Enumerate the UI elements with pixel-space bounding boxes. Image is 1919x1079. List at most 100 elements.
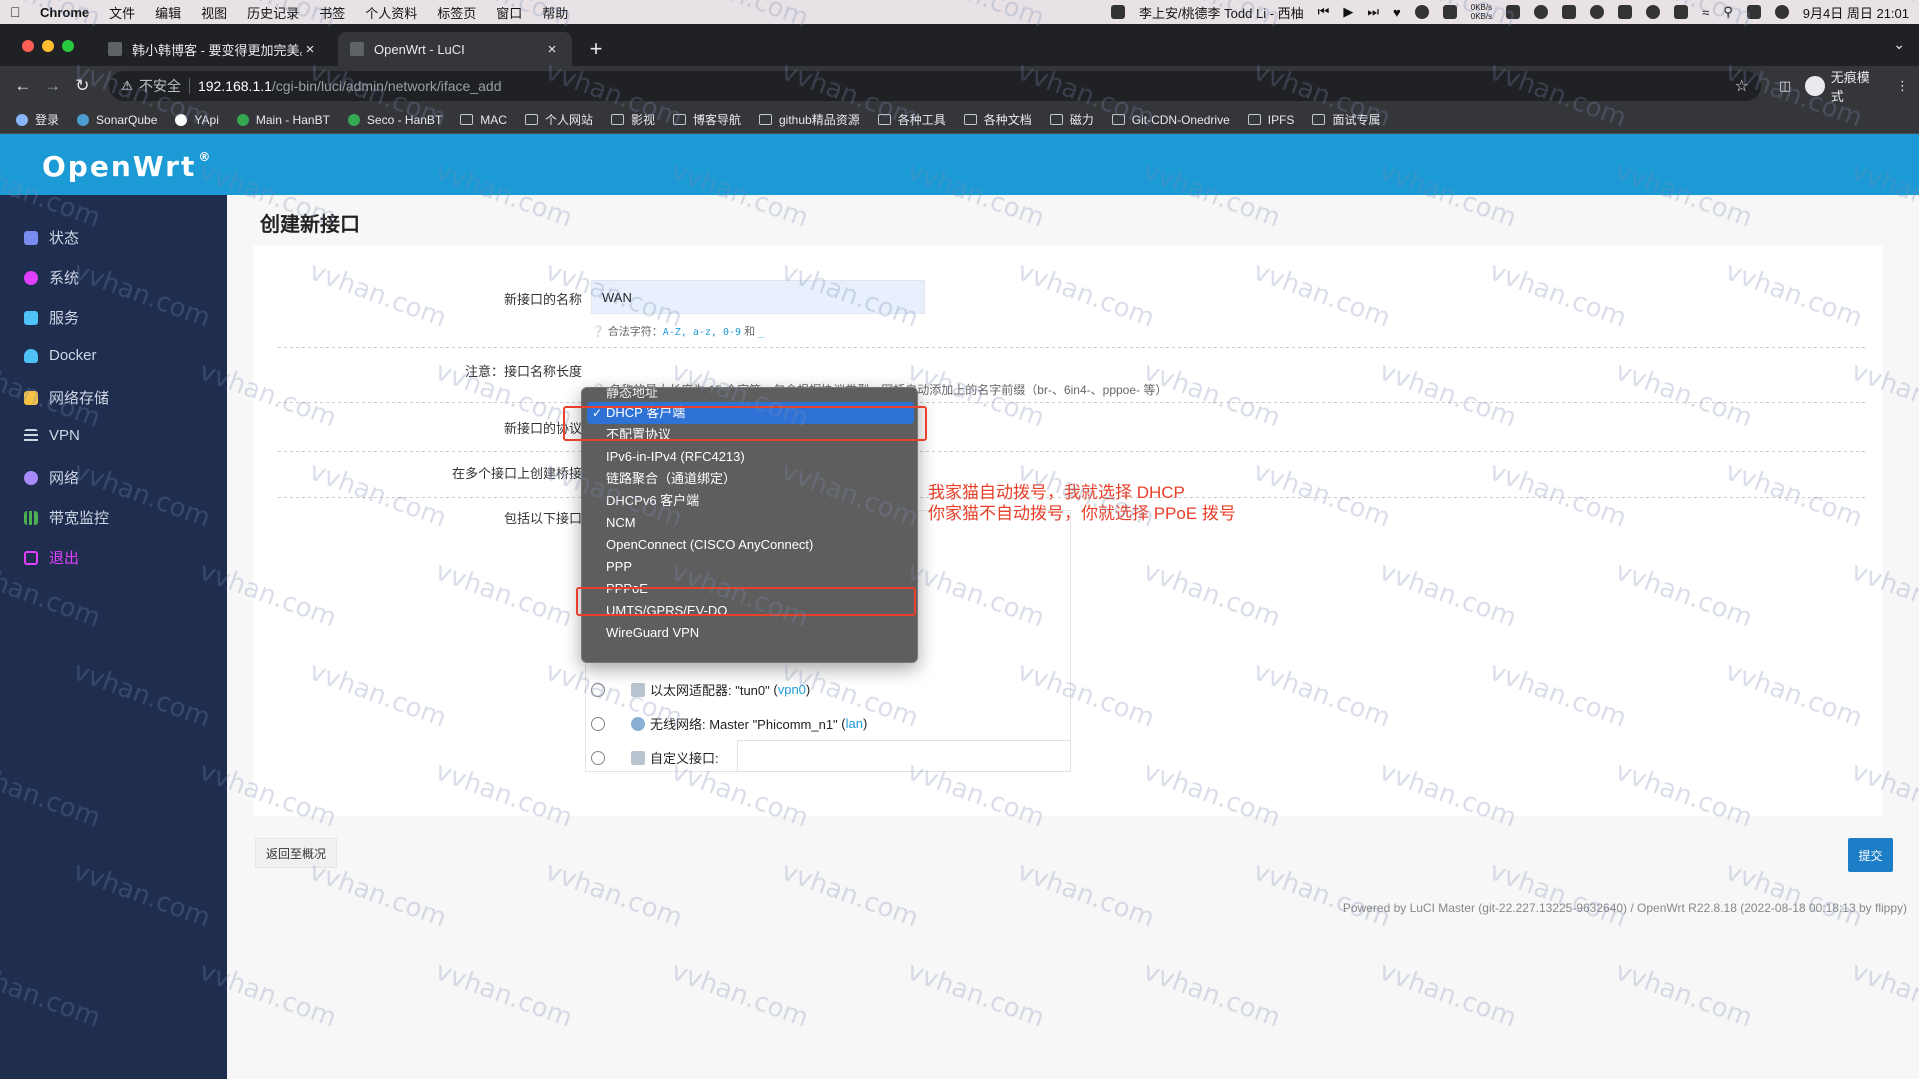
close-icon[interactable]: ×	[302, 41, 318, 58]
input-method-icon[interactable]	[1674, 5, 1689, 19]
menu-item-bookmarks[interactable]: 书签	[319, 3, 345, 22]
menu-item-tab[interactable]: 标签页	[437, 3, 476, 22]
radio-button[interactable]	[591, 750, 605, 765]
bookmarks-bar: 登录 SonarQube YApi Main - HanBT Seco - Ha…	[0, 106, 1919, 134]
bookmark-folder-mac[interactable]: MAC	[460, 113, 507, 127]
sidebar-item-bandwidth[interactable]: 带宽监控	[24, 507, 109, 528]
name-label: 新接口的名称	[503, 292, 582, 307]
submit-button[interactable]: 提交	[1848, 838, 1893, 872]
zoom-window-button[interactable]	[62, 40, 74, 52]
sidebar-item-storage[interactable]: 网络存储	[24, 387, 109, 408]
dropdown-option-wireguard[interactable]: WireGuard VPN	[587, 622, 914, 644]
music-app-icon[interactable]	[1110, 5, 1125, 19]
clock[interactable]: 9月4日 周日 21:01	[1803, 3, 1909, 22]
menu-item-edit[interactable]: 编辑	[155, 3, 181, 22]
url-host: 192.168.1.1	[197, 78, 272, 94]
menu-item-window[interactable]: 窗口	[496, 3, 522, 22]
record-icon[interactable]	[1646, 5, 1661, 19]
divider	[278, 451, 1868, 452]
insecure-label[interactable]: 不安全	[139, 76, 181, 96]
chat-icon[interactable]	[1506, 5, 1521, 19]
bookmark-folder-video[interactable]: 影视	[610, 111, 655, 128]
warning-icon[interactable]: ⚠	[121, 78, 133, 94]
back-to-overview-button[interactable]: 返回至概况	[255, 838, 337, 868]
bookmark-folder-personal[interactable]: 个人网站	[524, 111, 593, 128]
tab-title: 韩小韩博客 - 要变得更加完美。	[132, 42, 302, 58]
vpn-icon[interactable]	[1562, 5, 1577, 19]
dropdown-option-6in4[interactable]: IPv6-in-IPv4 (RFC4213)	[587, 446, 914, 468]
minimize-window-button[interactable]	[42, 40, 54, 52]
bookmark-sonarqube[interactable]: SonarQube	[77, 113, 157, 127]
interface-option-custom[interactable]: 自定义接口:	[591, 748, 719, 767]
menu-item-profile[interactable]: 个人资料	[365, 3, 417, 22]
radio-button[interactable]	[591, 682, 605, 697]
dropdown-option-bonding[interactable]: 链路聚合（通道绑定）	[587, 468, 914, 490]
apple-icon[interactable]: 	[10, 4, 24, 20]
siri-icon[interactable]	[1774, 5, 1789, 19]
sidebar-item-vpn[interactable]: VPN	[24, 427, 80, 444]
play-icon[interactable]: ▶	[1343, 4, 1353, 20]
openwrt-logo[interactable]: OpenWrt ®	[42, 150, 212, 183]
menu-item-view[interactable]: 视图	[201, 3, 227, 22]
tab-search-chevron-icon[interactable]: ⌄	[1893, 36, 1905, 53]
dropdown-option-dhcpv6[interactable]: DHCPv6 客户端	[587, 490, 914, 512]
wifi-icon[interactable]: ≈	[1702, 5, 1709, 20]
custom-interface-input[interactable]	[737, 740, 1071, 772]
next-track-icon[interactable]: ⏭	[1367, 4, 1379, 20]
sidebar-item-logout[interactable]: 退出	[24, 547, 79, 568]
bookmark-login[interactable]: 登录	[16, 111, 59, 128]
sidebar-item-services[interactable]: 服务	[24, 307, 79, 328]
forward-arrow-icon[interactable]: →	[40, 76, 66, 96]
bookmark-yapi[interactable]: YApi	[175, 113, 219, 127]
prev-track-icon[interactable]: ⏮	[1318, 4, 1330, 20]
bookmark-seco-hanbt[interactable]: Seco - HanBT	[347, 113, 442, 127]
reload-icon[interactable]: ↻	[70, 76, 96, 96]
heart-icon[interactable]: ♥	[1393, 5, 1401, 20]
bookmark-folder-blognav[interactable]: 博客导航	[672, 111, 741, 128]
menu-app-name[interactable]: Chrome	[40, 5, 89, 20]
radio-button[interactable]	[591, 716, 605, 731]
dropdown-option-ncm[interactable]: NCM	[587, 512, 914, 534]
bookmark-folder-ipfs[interactable]: IPFS	[1247, 113, 1294, 127]
dropdown-option-ppp[interactable]: PPP	[587, 556, 914, 578]
dropdown-option-openconnect[interactable]: OpenConnect (CISCO AnyConnect)	[587, 534, 914, 556]
wechat-icon[interactable]	[1590, 5, 1605, 19]
bookmark-folder-docs[interactable]: 各种文档	[963, 111, 1032, 128]
cloud-icon[interactable]	[1534, 5, 1549, 19]
side-panel-icon[interactable]: ◫	[1779, 78, 1791, 94]
bookmark-folder-tools[interactable]: 各种工具	[877, 111, 946, 128]
interface-option-tun0[interactable]: 以太网适配器: "tun0" (vpn0)	[591, 680, 810, 699]
interface-name-input[interactable]: WAN	[591, 280, 925, 314]
menu-item-history[interactable]: 历史记录	[247, 3, 299, 22]
close-icon[interactable]: ×	[544, 41, 560, 58]
shield-icon[interactable]	[1618, 5, 1633, 19]
bookmark-main-hanbt[interactable]: Main - HanBT	[236, 113, 330, 127]
menu-item-file[interactable]: 文件	[109, 3, 135, 22]
bookmark-folder-gitcdn[interactable]: Git-CDN-Onedrive	[1111, 113, 1230, 127]
back-arrow-icon[interactable]: ←	[10, 76, 36, 96]
address-bar[interactable]: ⚠ 不安全 192.168.1.1 /cgi-bin/luci/admin/ne…	[109, 71, 1761, 101]
sidebar-item-docker[interactable]: Docker	[24, 347, 97, 364]
tab-blog[interactable]: 韩小韩博客 - 要变得更加完美。 ×	[96, 32, 330, 66]
lyrics-icon[interactable]	[1414, 5, 1429, 19]
interface-option-wifi[interactable]: 无线网络: Master "Phicomm_n1" (lan)	[591, 714, 867, 733]
sidebar-item-network[interactable]: 网络	[24, 467, 79, 488]
new-tab-button[interactable]: +	[584, 36, 608, 62]
sidebar-item-system[interactable]: 系统	[24, 267, 79, 288]
tab-openwrt[interactable]: OpenWrt - LuCI ×	[338, 32, 572, 66]
bookmark-star-icon[interactable]: ☆	[1734, 76, 1748, 96]
search-icon[interactable]: ⚲	[1723, 4, 1733, 20]
menu-item-help[interactable]: 帮助	[542, 3, 568, 22]
bookmark-folder-github[interactable]: github精品资源	[759, 111, 860, 128]
close-window-button[interactable]	[22, 40, 34, 52]
control-center-icon[interactable]	[1746, 5, 1761, 19]
now-playing-text[interactable]: 李上安/桃德李 Todd Li - 西柚	[1139, 3, 1304, 22]
incognito-badge[interactable]: 无痕模式	[1805, 67, 1882, 105]
folder-icon	[1111, 114, 1125, 125]
sidebar-item-status[interactable]: 状态	[24, 227, 79, 248]
bottle-icon[interactable]	[1442, 5, 1457, 19]
more-menu-icon[interactable]: ⋮	[1896, 78, 1909, 94]
hanbt-icon	[347, 113, 360, 126]
bookmark-folder-interview[interactable]: 面试专属	[1312, 111, 1380, 128]
bookmark-folder-magnet[interactable]: 磁力	[1049, 111, 1094, 128]
